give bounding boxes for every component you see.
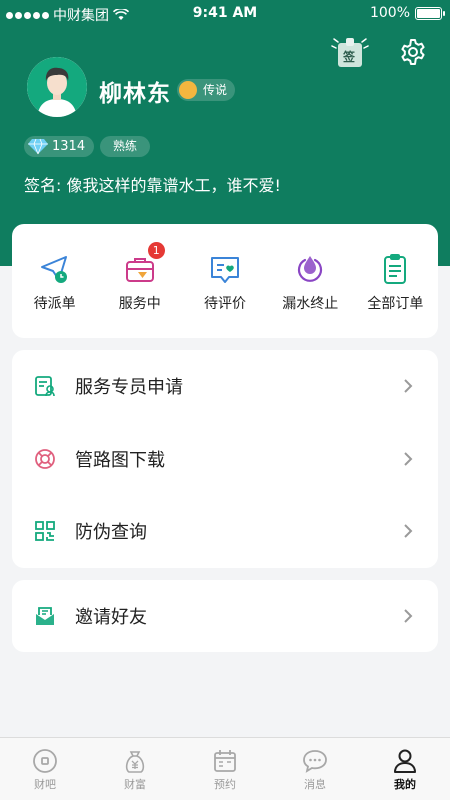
menu-invite-friends[interactable]: 邀请好友: [12, 580, 438, 652]
tab-caiba[interactable]: 财吧: [0, 738, 90, 800]
chevron-right-icon: [404, 524, 413, 539]
chevron-right-icon: [404, 379, 413, 394]
service-menu: 服务专员申请 管路图下载 防伪查询: [12, 350, 438, 568]
chevron-right-icon: [404, 609, 413, 623]
tab-label: 财富: [124, 778, 146, 791]
diamond-icon: [28, 138, 48, 155]
settings-button[interactable]: [398, 37, 428, 67]
level-label: 传说: [203, 83, 228, 97]
sign-in-label: 签: [343, 50, 356, 64]
tab-label: 我的: [394, 778, 416, 791]
order-status-panel: 待派单 1 服务中 待评价 漏水终止 全部订单: [12, 224, 438, 338]
battery-icon: [415, 6, 445, 20]
tab-label: 消息: [304, 778, 326, 791]
tab-wealth[interactable]: 财富: [90, 738, 180, 800]
order-label: 漏水终止: [282, 296, 339, 312]
gear-icon: [401, 39, 425, 65]
tab-booking[interactable]: 预约: [180, 738, 270, 800]
coin-icon: [33, 749, 57, 773]
menu-label: 服务专员申请: [75, 377, 183, 399]
level-badge: 传说: [177, 79, 236, 101]
menu-label: 邀请好友: [75, 607, 147, 628]
status-bar: 中财集团 9:41 AM 100%: [0, 0, 450, 28]
diamond-balance[interactable]: 1314: [24, 136, 95, 157]
money-bag-icon: [125, 751, 145, 773]
water-drop-icon: [298, 256, 323, 282]
paper-plane-icon: [40, 256, 67, 283]
menu-label: 管路图下载: [75, 449, 165, 471]
bottom-tab-bar: 财吧 财富 预约 消息 我的: [0, 737, 450, 800]
skill-badge: 熟练: [100, 136, 151, 157]
order-label: 待派单: [33, 296, 76, 312]
envelope-icon: [36, 607, 54, 625]
diamond-count: 1314: [52, 139, 86, 154]
order-all[interactable]: 全部订单: [353, 224, 438, 338]
clipboard-icon: [384, 254, 407, 284]
calendar-icon: [214, 750, 236, 772]
avatar[interactable]: [27, 57, 87, 117]
sign-in-button[interactable]: 签: [330, 34, 370, 70]
order-leak-terminated[interactable]: 漏水终止: [268, 224, 353, 338]
lifebuoy-icon: [35, 448, 55, 469]
battery-percentage: 100%: [369, 5, 410, 21]
notification-badge: 1: [147, 242, 165, 259]
signature-text: 签名: 像我这样的靠谱水工，谁不爱!: [24, 176, 281, 195]
order-label: 全部订单: [367, 296, 424, 312]
menu-pipeline-diagram-download[interactable]: 管路图下载: [12, 423, 438, 496]
qr-code-icon: [35, 521, 55, 542]
application-form-icon: [35, 376, 55, 397]
tab-mine[interactable]: 我的: [360, 738, 450, 800]
order-pending-review[interactable]: 待评价: [182, 224, 267, 338]
tab-label: 财吧: [34, 778, 56, 791]
order-label: 服务中: [118, 296, 161, 312]
menu-anti-counterfeit-query[interactable]: 防伪查询: [12, 495, 438, 568]
chat-bubble-icon: [303, 750, 327, 773]
chevron-right-icon: [404, 452, 413, 466]
order-label: 待评价: [204, 296, 246, 312]
user-avatar-icon: [27, 57, 87, 117]
menu-service-specialist-apply[interactable]: 服务专员申请: [12, 350, 438, 423]
tab-label: 预约: [214, 778, 236, 791]
menu-label: 防伪查询: [75, 522, 147, 544]
level-icon: [179, 81, 197, 99]
order-in-service[interactable]: 1 服务中: [97, 224, 182, 338]
username: 柳林东: [99, 81, 171, 107]
order-pending-dispatch[interactable]: 待派单: [12, 224, 97, 338]
chat-review-icon: [211, 257, 239, 283]
user-icon: [394, 749, 416, 773]
invite-card: 邀请好友: [12, 580, 438, 652]
tab-messages[interactable]: 消息: [270, 738, 360, 800]
